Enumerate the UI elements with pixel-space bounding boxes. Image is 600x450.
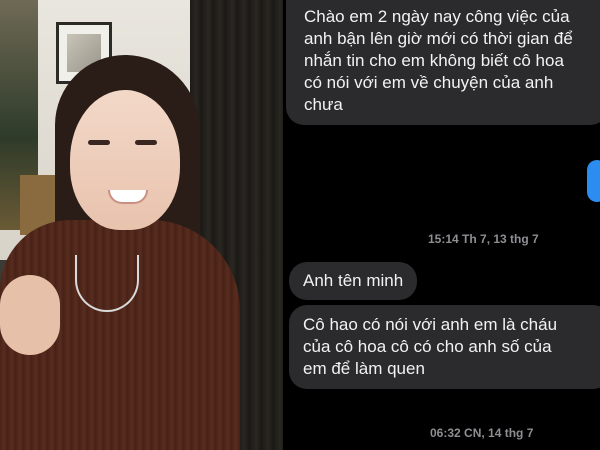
incoming-message-bubble[interactable]: Chào em 2 ngày nay công việc của anh bận… bbox=[286, 0, 600, 125]
screenshot-collage: Chào em 2 ngày nay công việc của anh bận… bbox=[0, 0, 600, 450]
message-line: em để làm quen bbox=[303, 359, 425, 378]
message-line: có nói với em về chuyện của anh bbox=[304, 73, 554, 92]
incoming-message-bubble[interactable]: Cô hao có nói với anh em là cháu của cô … bbox=[289, 305, 600, 389]
woman-face bbox=[70, 90, 180, 230]
portrait-photo bbox=[0, 0, 283, 450]
message-line: nhắn tin cho em không biết cô hoa bbox=[304, 51, 564, 70]
message-line: Chào em 2 ngày nay công việc của bbox=[304, 7, 570, 26]
message-timestamp: 15:14 Th 7, 13 thg 7 bbox=[428, 232, 539, 246]
left-eye bbox=[88, 140, 110, 145]
message-line: của cô hoa cô có cho anh số của bbox=[303, 337, 552, 356]
message-line: Anh tên minh bbox=[303, 271, 404, 290]
incoming-message-bubble[interactable]: Anh tên minh bbox=[289, 262, 418, 300]
woman-hand bbox=[0, 275, 60, 355]
message-timestamp: 06:32 CN, 14 thg 7 bbox=[430, 426, 534, 440]
chat-thread[interactable]: Chào em 2 ngày nay công việc của anh bận… bbox=[283, 0, 600, 450]
right-eye bbox=[135, 140, 157, 145]
message-line: anh bận lên giờ mới có thời gian để bbox=[304, 29, 573, 48]
message-line: Cô hao có nói với anh em là cháu bbox=[303, 315, 558, 334]
outgoing-message-bubble[interactable] bbox=[587, 160, 600, 202]
message-line: chưa bbox=[304, 95, 343, 114]
